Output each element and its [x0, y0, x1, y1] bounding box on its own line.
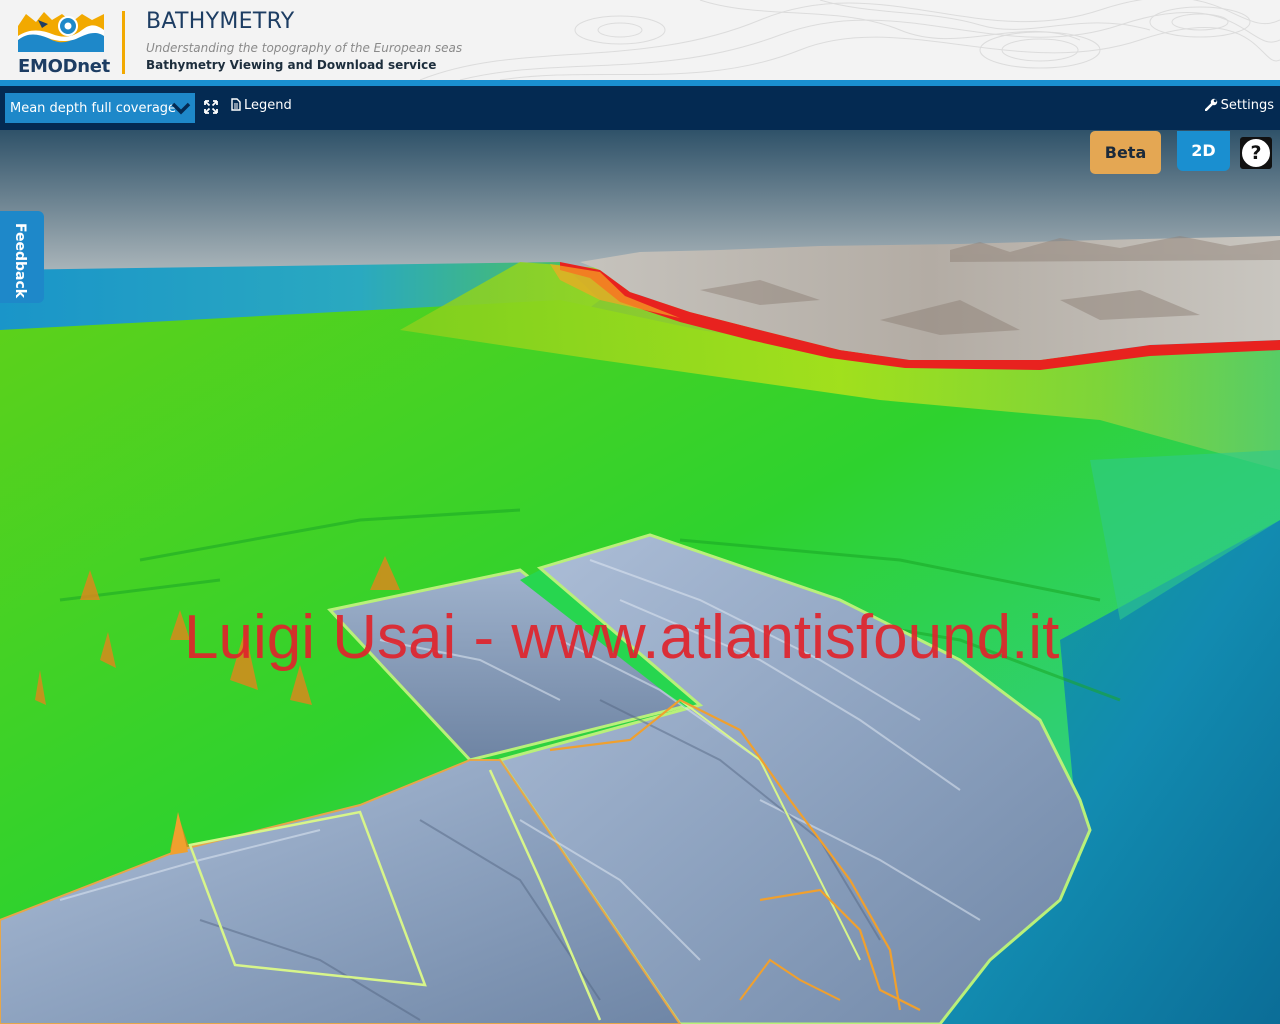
- layer-select[interactable]: Mean depth full coverage: [5, 93, 195, 123]
- layer-select-value: Mean depth full coverage: [10, 101, 177, 116]
- header-divider: [122, 11, 125, 74]
- app-header: EMODnet BATHYMETRY Understanding the top…: [0, 0, 1280, 80]
- fullscreen-icon[interactable]: [203, 99, 219, 115]
- bathymetry-terrain: [0, 130, 1280, 1024]
- emodnet-logo[interactable]: EMODnet: [16, 10, 110, 77]
- wrench-icon: [1204, 98, 1217, 112]
- legend-button[interactable]: Legend: [231, 98, 292, 113]
- beta-button[interactable]: Beta: [1090, 131, 1161, 174]
- watermark-text: Luigi Usai - www.atlantisfound.it: [184, 603, 1060, 672]
- settings-label: Settings: [1220, 98, 1274, 113]
- view-mode-2d-button[interactable]: 2D: [1177, 131, 1230, 171]
- logo-text: EMODnet: [18, 56, 110, 77]
- legend-label: Legend: [244, 98, 292, 113]
- feedback-tab[interactable]: Feedback: [0, 211, 44, 303]
- map-3d-view[interactable]: Luigi Usai - www.atlantisfound.it: [0, 130, 1280, 1024]
- feedback-label: Feedback: [12, 223, 28, 299]
- settings-button[interactable]: Settings: [1204, 98, 1274, 113]
- help-icon: ?: [1242, 139, 1270, 167]
- help-button[interactable]: ?: [1240, 137, 1272, 169]
- emodnet-logo-icon: [18, 12, 104, 52]
- service-name: Bathymetry Viewing and Download service: [146, 58, 437, 72]
- toolbar: Mean depth full coverage Legend Settings: [0, 86, 1280, 130]
- page-title: BATHYMETRY: [146, 9, 295, 34]
- chevron-down-icon: [171, 102, 191, 115]
- document-icon: [231, 98, 241, 111]
- page-subtitle: Understanding the topography of the Euro…: [146, 41, 463, 55]
